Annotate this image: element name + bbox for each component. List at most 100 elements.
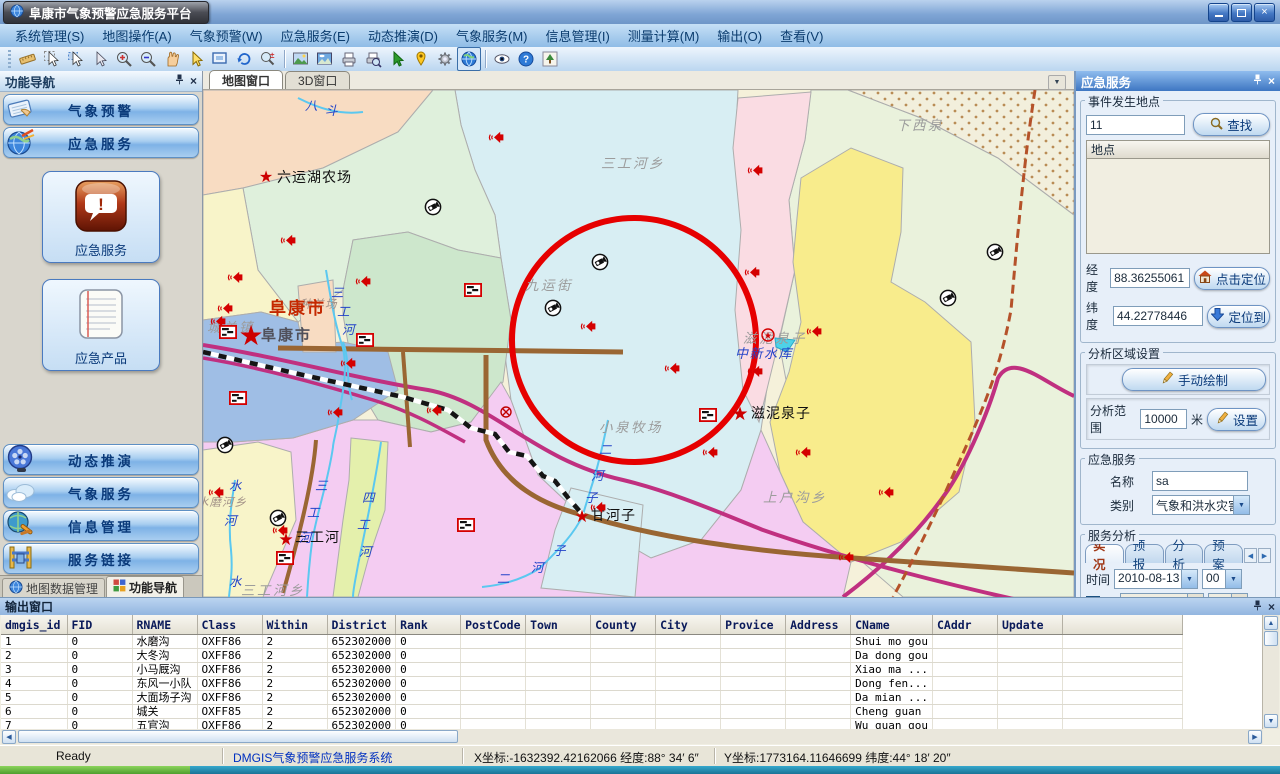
sidebar-group[interactable]: 气象预警 (3, 94, 199, 125)
locate-to-button[interactable]: 定位到 (1207, 305, 1270, 328)
scroll-left-icon[interactable]: ◀ (2, 730, 16, 744)
help-icon[interactable]: ? (514, 47, 538, 71)
scroll-thumb[interactable] (18, 730, 458, 743)
latitude-input[interactable]: 44.22778446 (1113, 306, 1203, 326)
column-header[interactable]: Provice (721, 615, 786, 635)
column-header[interactable]: Address (786, 615, 851, 635)
camera-icon[interactable] (987, 244, 1002, 259)
menu-item[interactable]: 动态推演(D) (359, 24, 447, 47)
map-tab[interactable]: 3D窗口 (285, 71, 350, 89)
click-locate-button[interactable]: 点击定位 (1194, 267, 1270, 290)
flag-icon[interactable] (277, 552, 293, 564)
table-row[interactable]: 40东风一小队OXFF8626523020000Dong fen... (1, 677, 1182, 691)
close-icon[interactable]: × (1268, 600, 1275, 614)
horizontal-scrollbar[interactable]: ◀ ▶ (1, 729, 1263, 744)
menu-item[interactable]: 输出(O) (708, 24, 771, 47)
camera-icon[interactable] (592, 254, 607, 269)
hour-dropdown[interactable]: 00▼ (1202, 569, 1242, 589)
refresh-icon[interactable] (232, 47, 256, 71)
column-header[interactable]: PostCode (461, 615, 526, 635)
zoom-scale-icon[interactable]: ± (256, 47, 280, 71)
flag-icon[interactable] (357, 334, 373, 346)
service-name-input[interactable]: sa (1152, 471, 1248, 491)
menu-item[interactable]: 气象预警(W) (181, 24, 272, 47)
sidebar-group[interactable]: 气象服务 (3, 477, 199, 508)
select-dashed-icon[interactable] (40, 47, 64, 71)
manual-draw-button[interactable]: 手动绘制 (1122, 368, 1266, 391)
vertical-scrollbar[interactable]: ▲ ▼ (1262, 615, 1279, 729)
scroll-up-icon[interactable]: ▲ (1264, 616, 1278, 630)
measure-ruler-icon[interactable] (16, 47, 40, 71)
menu-item[interactable]: 查看(V) (771, 24, 832, 47)
pin-icon[interactable] (1253, 600, 1262, 614)
column-header[interactable]: District (327, 615, 396, 635)
close-icon[interactable]: × (1268, 74, 1275, 88)
column-header[interactable]: Town (526, 615, 591, 635)
map-image-icon[interactable] (289, 47, 313, 71)
camera-icon[interactable] (940, 290, 955, 305)
table-row[interactable]: 30小马厩沟OXFF8626523020000Xiao ma ... (1, 663, 1182, 677)
printer-icon[interactable] (337, 47, 361, 71)
flag-icon[interactable] (465, 284, 481, 296)
zoom-out-icon[interactable] (136, 47, 160, 71)
flag-icon[interactable] (458, 519, 474, 531)
set-range-button[interactable]: 设置 (1207, 408, 1266, 431)
menu-item[interactable]: 气象服务(M) (447, 24, 537, 47)
sidebar-group[interactable]: 信息管理 (3, 510, 199, 541)
full-extent-icon[interactable] (208, 47, 232, 71)
map-canvas[interactable]: 三工河乡下西泉九运街城关镇种羊场滋泥泉子小泉牧场上户沟乡三工河乡水磨河乡阜康市阜… (203, 90, 1074, 597)
menu-item[interactable]: 系统管理(S) (6, 24, 93, 47)
menu-item[interactable]: 应急服务(E) (272, 24, 359, 47)
scroll-thumb[interactable] (1264, 631, 1278, 646)
camera-icon[interactable] (217, 437, 232, 452)
shortcut-button[interactable]: 应急产品 (42, 279, 160, 371)
shortcut-button[interactable]: !应急服务 (42, 171, 160, 263)
zoom-in-icon[interactable] (112, 47, 136, 71)
sidebar-group[interactable]: 动态推演 (3, 444, 199, 475)
longitude-input[interactable]: 88.36255061 (1110, 268, 1190, 288)
column-header[interactable]: Class (197, 615, 262, 635)
minimize-button[interactable] (1208, 3, 1229, 22)
range-input[interactable]: 10000 (1140, 409, 1187, 429)
green-arrow-icon[interactable] (385, 47, 409, 71)
column-header[interactable]: Within (262, 615, 327, 635)
place-list[interactable] (1086, 158, 1270, 254)
select-arrow-icon[interactable] (88, 47, 112, 71)
table-row[interactable]: 70五官沟OXFF8626523020000Wu guan gou (1, 719, 1182, 730)
menu-item[interactable]: 地图操作(A) (93, 24, 180, 47)
table-row[interactable]: 50大面场子沟OXFF8626523020000Da mian ... (1, 691, 1182, 705)
flag-icon[interactable] (230, 392, 246, 404)
find-button[interactable]: 查找 (1193, 113, 1270, 136)
column-header[interactable]: dmgis_id (1, 615, 67, 635)
column-header[interactable]: CName (851, 615, 933, 635)
scene-image-icon[interactable] (313, 47, 337, 71)
placemark-icon[interactable] (409, 47, 433, 71)
sidebar-group[interactable]: 服务链接 (3, 543, 199, 574)
table-row[interactable]: 10水磨沟OXFF8626523020000Shui mo gou (1, 635, 1182, 649)
place-list-header[interactable]: 地点 (1086, 140, 1270, 158)
column-header[interactable]: Rank (396, 615, 461, 635)
pointer-icon[interactable] (184, 47, 208, 71)
toolbar-grip[interactable] (8, 50, 11, 68)
camera-icon[interactable] (545, 300, 560, 315)
chevron-down-icon[interactable]: ▼ (1048, 75, 1066, 90)
close-icon[interactable]: × (190, 74, 197, 88)
table-row[interactable]: 60城关OXFF8526523020000Cheng guan (1, 705, 1182, 719)
pin-icon[interactable] (1253, 74, 1262, 88)
menu-item[interactable]: 测量计算(M) (619, 24, 709, 47)
tab-scroll-left-icon[interactable]: ◀ (1244, 548, 1257, 563)
column-header[interactable]: FID (67, 615, 132, 635)
analysis-tab[interactable]: 实况 (1085, 544, 1124, 563)
flag-icon[interactable] (700, 409, 716, 421)
column-header[interactable]: City (656, 615, 721, 635)
pin-icon[interactable] (175, 74, 184, 88)
table-row[interactable]: 20大冬沟OXFF8626523020000Da dong gou (1, 649, 1182, 663)
date-dropdown[interactable]: 2010-08-13▼ (1114, 569, 1198, 589)
globe-icon[interactable] (457, 47, 481, 71)
camera-icon[interactable] (270, 510, 285, 525)
column-header[interactable]: County (591, 615, 656, 635)
tree-export-icon[interactable] (538, 47, 562, 71)
column-header[interactable]: Update (997, 615, 1062, 635)
service-type-dropdown[interactable]: 气象和洪水灾害▼ (1152, 495, 1250, 515)
eye-icon[interactable] (490, 47, 514, 71)
